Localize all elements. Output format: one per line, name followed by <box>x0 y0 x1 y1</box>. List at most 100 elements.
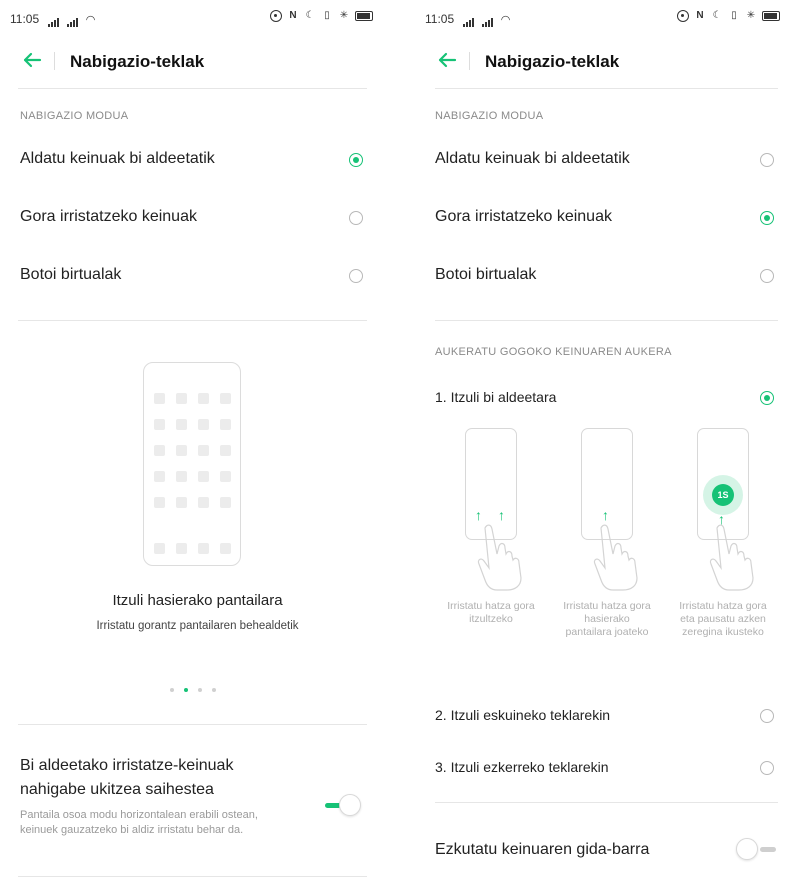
app-icon-placeholder <box>154 419 165 430</box>
option-label: Aldatu keinuak bi aldeetatik <box>20 150 215 167</box>
hand-gesture-icon <box>593 524 638 591</box>
app-icon-placeholder <box>176 445 187 456</box>
app-icon-placeholder <box>176 419 187 430</box>
status-time: 11:05 <box>425 12 455 26</box>
app-icon-placeholder <box>154 393 165 404</box>
wifi-icon: ◠ <box>85 14 96 26</box>
gesture-caption-back: Irristatu hatza gora itzultzeko <box>447 600 535 625</box>
phone-illustration <box>143 362 241 566</box>
app-icon-placeholder <box>154 471 165 482</box>
option-aldatu-keinuak[interactable]: Aldatu keinuak bi aldeetatik <box>435 140 782 180</box>
hand-gesture-icon <box>477 524 522 591</box>
app-icon-placeholder <box>176 393 187 404</box>
radio-unselected[interactable] <box>760 153 774 167</box>
app-icon-placeholder <box>220 445 231 456</box>
back-arrow-icon[interactable] <box>435 48 459 72</box>
option-botoi-birtualak[interactable]: Botoi birtualak <box>20 256 371 296</box>
app-icon-placeholder <box>176 471 187 482</box>
option-label: Gora irristatzeko keinuak <box>435 208 612 225</box>
radio-unselected[interactable] <box>349 269 363 283</box>
dock-icon-placeholder <box>176 543 187 554</box>
app-icon-placeholder <box>220 393 231 404</box>
left-screen: 11:05 ◠ N ☾ ▯ ✳ Nabigazio-teklak NABIGAZ… <box>0 0 395 882</box>
page-dot[interactable] <box>198 688 202 692</box>
nfc-icon: N <box>289 10 297 21</box>
app-icon-placeholder <box>198 393 209 404</box>
app-icon-placeholder <box>176 497 187 508</box>
signal-icon: ◠ <box>459 12 510 27</box>
header: Nabigazio-teklak <box>0 40 395 82</box>
vibrate-icon: ▯ <box>731 10 737 21</box>
wifi-icon: ◠ <box>500 14 511 26</box>
page-dot[interactable] <box>170 688 174 692</box>
gesture-section-title: AUKERATU GOGOKO KEINUAREN AUKERA <box>435 346 672 358</box>
section-divider <box>435 320 778 321</box>
radio-unselected[interactable] <box>760 761 774 775</box>
app-icon-placeholder <box>198 497 209 508</box>
section-divider <box>18 724 367 725</box>
page-title: Nabigazio-teklak <box>485 52 620 71</box>
switch-label-line2: nahigabe ukitzea saihestea <box>20 781 214 798</box>
switch-label: Ezkutatu keinuaren gida-barra <box>435 841 650 858</box>
radio-unselected[interactable] <box>760 709 774 723</box>
radio-selected[interactable] <box>760 391 774 405</box>
page-title: Nabigazio-teklak <box>70 52 205 71</box>
option-gora-irristatzeko[interactable]: Gora irristatzeko keinuak <box>20 198 371 238</box>
location-icon <box>270 10 282 22</box>
illustration-subtitle: Irristatu gorantz pantailaren behealdeti… <box>96 620 299 632</box>
option-label: Aldatu keinuak bi aldeetatik <box>435 150 630 167</box>
header-separator <box>54 52 55 70</box>
header: Nabigazio-teklak <box>415 40 790 82</box>
gesture-option-right-key[interactable]: 2. Itzuli eskuineko teklarekin <box>435 696 782 736</box>
battery-icon <box>355 11 373 21</box>
hide-guide-bar-toggle[interactable] <box>736 838 780 862</box>
status-bar: 11:05 ◠ N ☾ ▯ ✳ <box>0 0 395 36</box>
app-icon-placeholder <box>198 445 209 456</box>
option-label: 2. Itzuli eskuineko teklarekin <box>435 707 611 723</box>
app-icon-placeholder <box>220 471 231 482</box>
nfc-icon: N <box>696 10 704 21</box>
radio-unselected[interactable] <box>760 269 774 283</box>
option-gora-irristatzeko[interactable]: Gora irristatzeko keinuak <box>435 198 782 238</box>
bluetooth-icon: ✳ <box>339 10 349 21</box>
app-icon-placeholder <box>154 497 165 508</box>
option-label: Botoi birtualak <box>435 266 537 283</box>
toggle-knob <box>736 838 758 860</box>
section-divider <box>18 320 367 321</box>
option-aldatu-keinuak[interactable]: Aldatu keinuak bi aldeetatik <box>20 140 371 180</box>
gesture-option-left-key[interactable]: 3. Itzuli ezkerreko teklarekin <box>435 748 782 788</box>
back-arrow-icon[interactable] <box>20 48 44 72</box>
accidental-touch-toggle[interactable] <box>323 794 367 818</box>
page-dot-active[interactable] <box>184 688 188 692</box>
header-divider <box>435 88 778 89</box>
radio-selected[interactable] <box>349 153 363 167</box>
gesture-option-both-sides[interactable]: 1. Itzuli bi aldeetara <box>435 378 782 418</box>
option-label: 1. Itzuli bi aldeetara <box>435 389 557 405</box>
header-divider <box>18 88 367 89</box>
app-icon-placeholder <box>198 471 209 482</box>
status-time: 11:05 <box>10 12 40 26</box>
signal-icon: ◠ <box>44 12 95 27</box>
dock-icon-placeholder <box>198 543 209 554</box>
page-indicator[interactable] <box>170 688 220 694</box>
radio-unselected[interactable] <box>349 211 363 225</box>
toggle-knob <box>339 794 361 816</box>
option-label: Botoi birtualak <box>20 266 122 283</box>
gesture-caption-home: Irristatu hatza gora hasierako pantailar… <box>563 600 651 638</box>
moon-icon: ☾ <box>712 10 722 21</box>
option-botoi-birtualak[interactable]: Botoi birtualak <box>435 256 782 296</box>
toggle-track <box>760 847 776 852</box>
app-icon-placeholder <box>154 445 165 456</box>
right-screen: 11:05 ◠ N ☾ ▯ ✳ Nabigazio-teklak NABIGAZ… <box>395 0 790 882</box>
section-title: NABIGAZIO MODUA <box>20 110 129 122</box>
illustration-title: Itzuli hasierako pantailara <box>112 592 283 609</box>
page-dot[interactable] <box>212 688 216 692</box>
moon-icon: ☾ <box>305 10 315 21</box>
status-bar: 11:05 ◠ N ☾ ▯ ✳ <box>395 0 790 36</box>
gesture-caption-recents: Irristatu hatza gora eta pausatu azken z… <box>679 600 767 638</box>
dock-icon-placeholder <box>154 543 165 554</box>
switch-label-line1: Bi aldeetako irristatze-keinuak <box>20 757 234 774</box>
vibrate-icon: ▯ <box>324 10 330 21</box>
switch-description: Pantaila osoa modu horizontalean erabili… <box>20 809 258 836</box>
radio-selected[interactable] <box>760 211 774 225</box>
